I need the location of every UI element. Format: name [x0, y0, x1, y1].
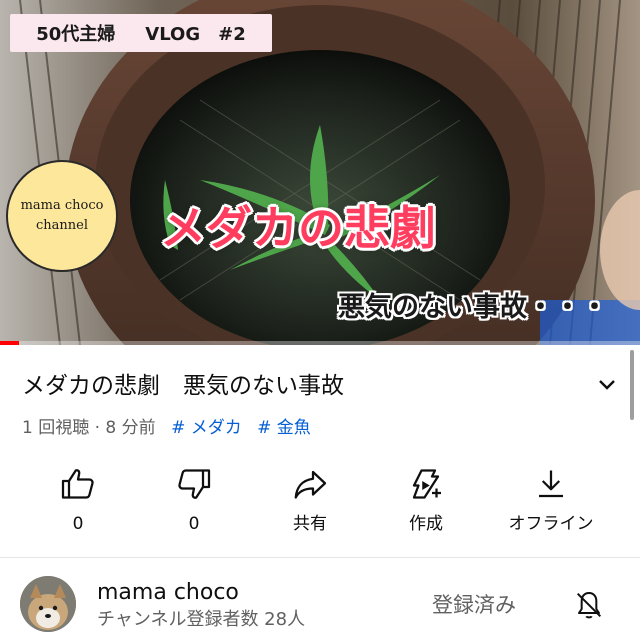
share-label: 共有 [293, 514, 327, 534]
notification-button[interactable] [572, 588, 606, 622]
share-arrow-icon [294, 470, 327, 499]
channel-name[interactable]: mama choco [97, 579, 239, 607]
divider [0, 557, 640, 558]
subscribed-button[interactable]: 登録済み [432, 590, 516, 620]
create-label: 作成 [409, 514, 443, 534]
channel-avatar[interactable] [20, 576, 76, 632]
views-and-time: 1 回視聴 · 8 分前 [22, 418, 156, 438]
create-button[interactable]: 作成 [371, 464, 481, 544]
expand-description-button[interactable] [592, 370, 622, 400]
dog-avatar-image [20, 576, 76, 632]
thumbs-down-icon [178, 469, 211, 499]
dislike-button[interactable]: 0 [139, 464, 249, 544]
video-player[interactable]: 50代主婦 VLOG #2 mama choco channel メダカの悲劇 … [0, 0, 640, 345]
video-meta: 1 回視聴 · 8 分前 # メダカ # 金魚 [22, 414, 311, 442]
channel-logo-overlay: mama choco channel [6, 160, 118, 272]
hashtag-link[interactable]: # メダカ [171, 418, 242, 438]
dislike-count: 0 [188, 514, 200, 534]
logo-line-1: mama choco [20, 198, 104, 213]
subscriber-count: チャンネル登録者数 28人 [97, 609, 306, 630]
chevron-down-icon [599, 380, 615, 390]
video-title[interactable]: メダカの悲劇 悪気のない事故 [22, 368, 602, 404]
action-bar: 0 0 共有 作成 オフライン [0, 464, 640, 544]
create-sparkle-icon [412, 469, 441, 499]
badge-left-text: 50代主婦 [36, 24, 116, 45]
hashtag-link[interactable]: # 金魚 [257, 418, 311, 438]
thumbnail-sub-caption: 悪気のない事故・・・ [338, 292, 608, 323]
like-button[interactable]: 0 [23, 464, 133, 544]
logo-line-2: channel [36, 218, 88, 233]
offline-label: オフライン [508, 514, 594, 534]
offline-download-button[interactable]: オフライン [496, 464, 606, 544]
progress-bar[interactable] [0, 341, 640, 345]
share-button[interactable]: 共有 [255, 464, 365, 544]
progress-bar-fill [0, 341, 20, 345]
vlog-badge: 50代主婦 VLOG #2 [10, 14, 272, 52]
thumbs-up-icon [61, 469, 94, 499]
badge-right-text: VLOG #2 [145, 24, 246, 45]
bell-off-icon [576, 592, 602, 619]
thumbnail-main-caption: メダカの悲劇 [160, 201, 436, 255]
download-icon [539, 470, 563, 498]
scrollbar[interactable] [630, 350, 634, 420]
like-count: 0 [72, 514, 84, 534]
